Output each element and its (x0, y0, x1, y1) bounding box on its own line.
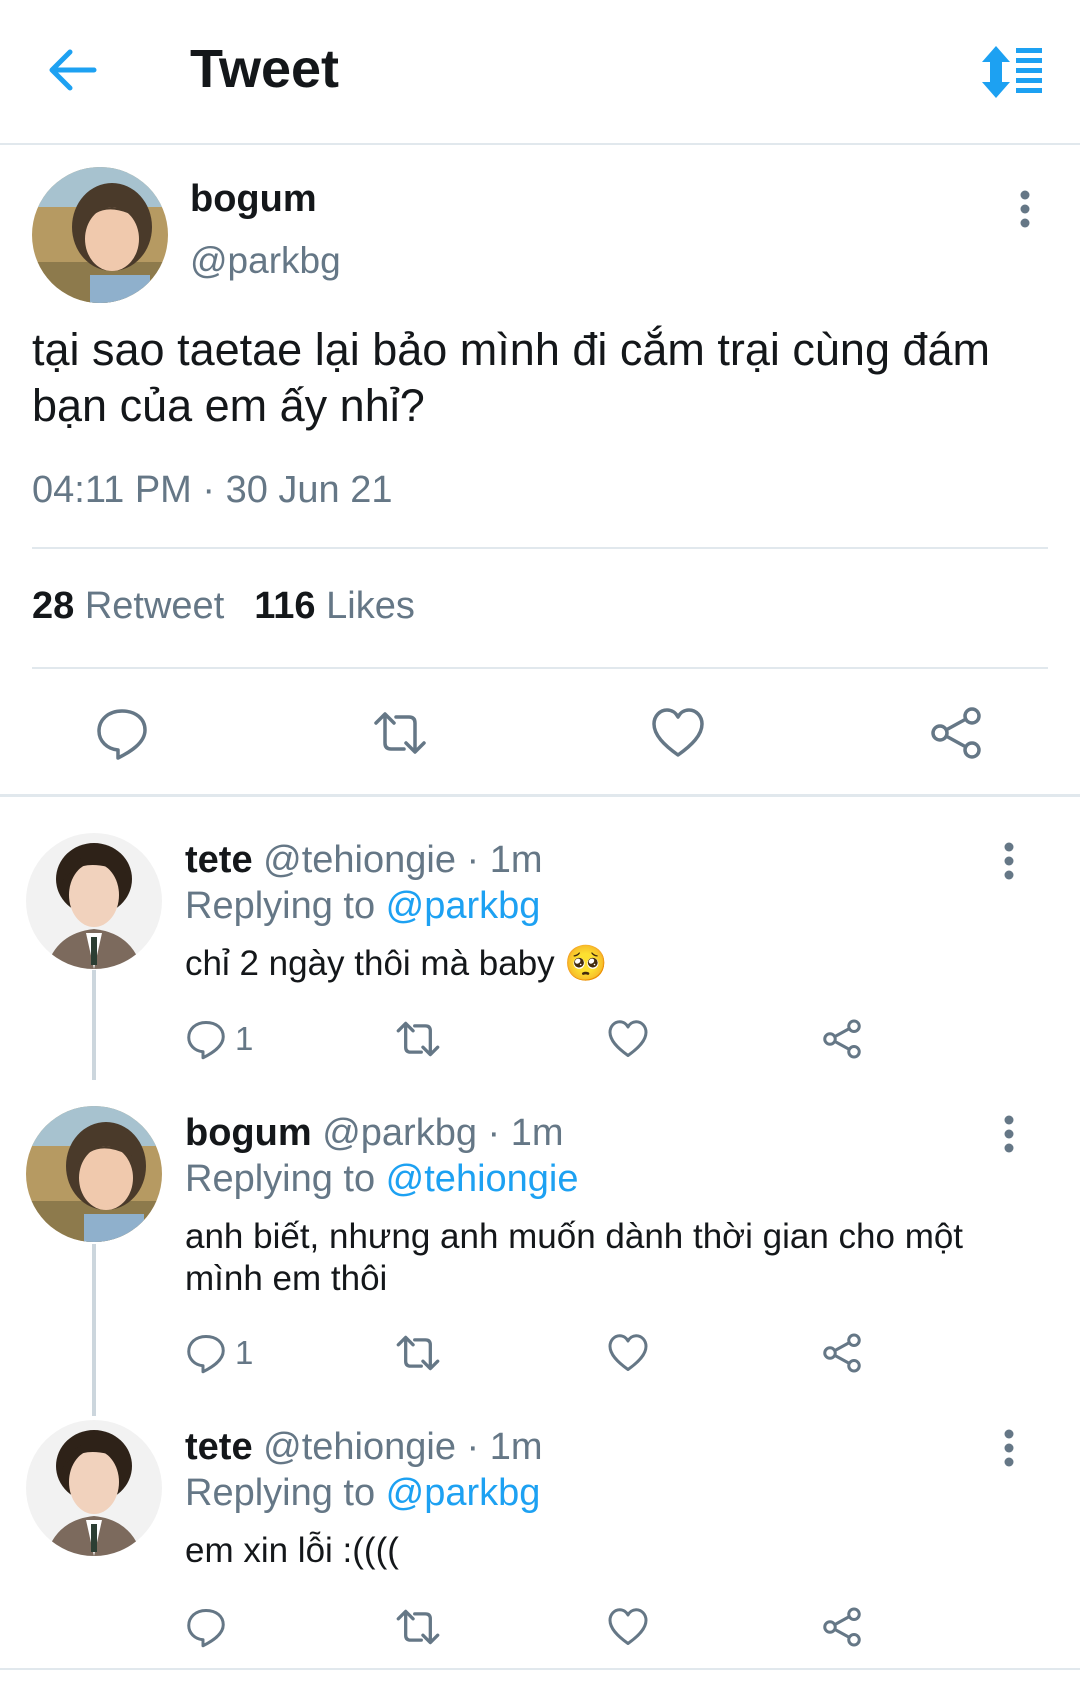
reply-text: chỉ 2 ngày thôi mà baby 🥺 (185, 944, 608, 983)
more-vertical-icon[interactable] (994, 1426, 1024, 1470)
like-count[interactable]: 116 Likes (254, 585, 415, 628)
sort-icon[interactable] (980, 44, 1050, 100)
author-handle[interactable]: @parkbg (322, 1112, 477, 1154)
tweet-text: tại sao taetae lại bảo mình đi cắm trại … (32, 324, 991, 431)
reply-icon[interactable] (185, 1602, 227, 1652)
dot-separator: · (455, 839, 490, 881)
avatar[interactable] (32, 167, 168, 303)
author-name[interactable]: bogum (185, 1112, 312, 1154)
tweet-timestamp: 04:11 PM · 30 Jun 21 (32, 469, 393, 511)
mention-link[interactable]: @parkbg (386, 885, 541, 927)
reply-time: 1m (510, 1112, 564, 1154)
avatar[interactable] (26, 1106, 162, 1242)
reply-text: em xin lỗi :(((( (185, 1531, 399, 1570)
like-number: 116 (254, 585, 316, 627)
tweet-stats: 28 Retweet 116 Likes (32, 585, 415, 628)
more-vertical-icon[interactable] (994, 1112, 1024, 1156)
author-handle[interactable]: @tehiongie (263, 839, 456, 881)
more-vertical-icon[interactable] (1010, 187, 1040, 231)
more-vertical-icon[interactable] (994, 839, 1024, 883)
reply-time: 1m (489, 839, 543, 881)
like-label: Likes (326, 585, 415, 627)
divider (32, 667, 1048, 669)
replying-to: Replying to @tehiongie (185, 1158, 579, 1201)
page-title: Tweet (190, 39, 340, 99)
author-name[interactable]: bogum (190, 178, 317, 221)
heart-icon[interactable] (607, 1602, 649, 1652)
heart-icon[interactable] (607, 1328, 649, 1378)
avatar[interactable] (26, 1420, 162, 1556)
reply-icon[interactable]: 1 (185, 1014, 253, 1064)
retweet-icon[interactable] (372, 705, 428, 761)
replying-to: Replying to @parkbg (185, 885, 540, 928)
replying-label: Replying to (185, 1472, 386, 1514)
tweet-detail-screen: Tweet bogum @parkbg tại sao taetae lại b… (0, 0, 1080, 1694)
replying-label: Replying to (185, 885, 386, 927)
reply-text: anh biết, nhưng anh muốn dành thời gian … (185, 1217, 964, 1298)
heart-icon[interactable] (650, 705, 706, 761)
replying-label: Replying to (185, 1158, 386, 1200)
reply-header: tete @tehiongie · 1m (185, 1426, 543, 1469)
avatar[interactable] (26, 833, 162, 969)
share-icon[interactable] (821, 1602, 863, 1652)
retweet-count[interactable]: 28 Retweet (32, 585, 224, 628)
reply-count: 1 (235, 1334, 254, 1371)
author-handle[interactable]: @tehiongie (263, 1426, 456, 1468)
reply-tweet[interactable]: bogum @parkbg · 1m Replying to @tehiongi… (0, 1106, 1080, 1406)
reply-actions: 1 (185, 1014, 885, 1064)
retweet-label: Retweet (84, 585, 225, 627)
reply-count: 1 (235, 1020, 254, 1057)
reply-time: 1m (489, 1426, 543, 1468)
main-tweet: bogum @parkbg tại sao taetae lại bảo mìn… (0, 145, 1080, 797)
retweet-icon[interactable] (395, 1014, 441, 1064)
share-icon[interactable] (821, 1328, 863, 1378)
dot-separator: · (476, 1112, 511, 1154)
retweet-icon[interactable] (395, 1602, 441, 1652)
author-handle[interactable]: @parkbg (190, 240, 341, 282)
share-icon[interactable] (821, 1014, 863, 1064)
reply-actions: 1 (185, 1328, 885, 1378)
mention-link[interactable]: @parkbg (386, 1472, 541, 1514)
heart-icon[interactable] (607, 1014, 649, 1064)
divider (0, 1668, 1080, 1670)
divider (32, 547, 1048, 549)
reply-icon[interactable] (94, 705, 150, 761)
reply-icon[interactable]: 1 (185, 1328, 253, 1378)
reply-tweet[interactable]: tete @tehiongie · 1m Replying to @parkbg… (0, 833, 1080, 1083)
reply-tweet[interactable]: tete @tehiongie · 1m Replying to @parkbg… (0, 1420, 1080, 1670)
top-bar: Tweet (0, 0, 1080, 145)
replying-to: Replying to @parkbg (185, 1472, 540, 1515)
dot-separator: · (455, 1426, 490, 1468)
share-icon[interactable] (928, 705, 984, 761)
retweet-icon[interactable] (395, 1328, 441, 1378)
reply-header: bogum @parkbg · 1m (185, 1112, 564, 1155)
back-arrow-icon[interactable] (44, 46, 100, 94)
author-name[interactable]: tete (185, 1426, 253, 1468)
reply-actions (185, 1602, 885, 1652)
author-name[interactable]: tete (185, 839, 253, 881)
mention-link[interactable]: @tehiongie (386, 1158, 579, 1200)
retweet-number: 28 (32, 585, 75, 627)
reply-header: tete @tehiongie · 1m (185, 839, 543, 882)
